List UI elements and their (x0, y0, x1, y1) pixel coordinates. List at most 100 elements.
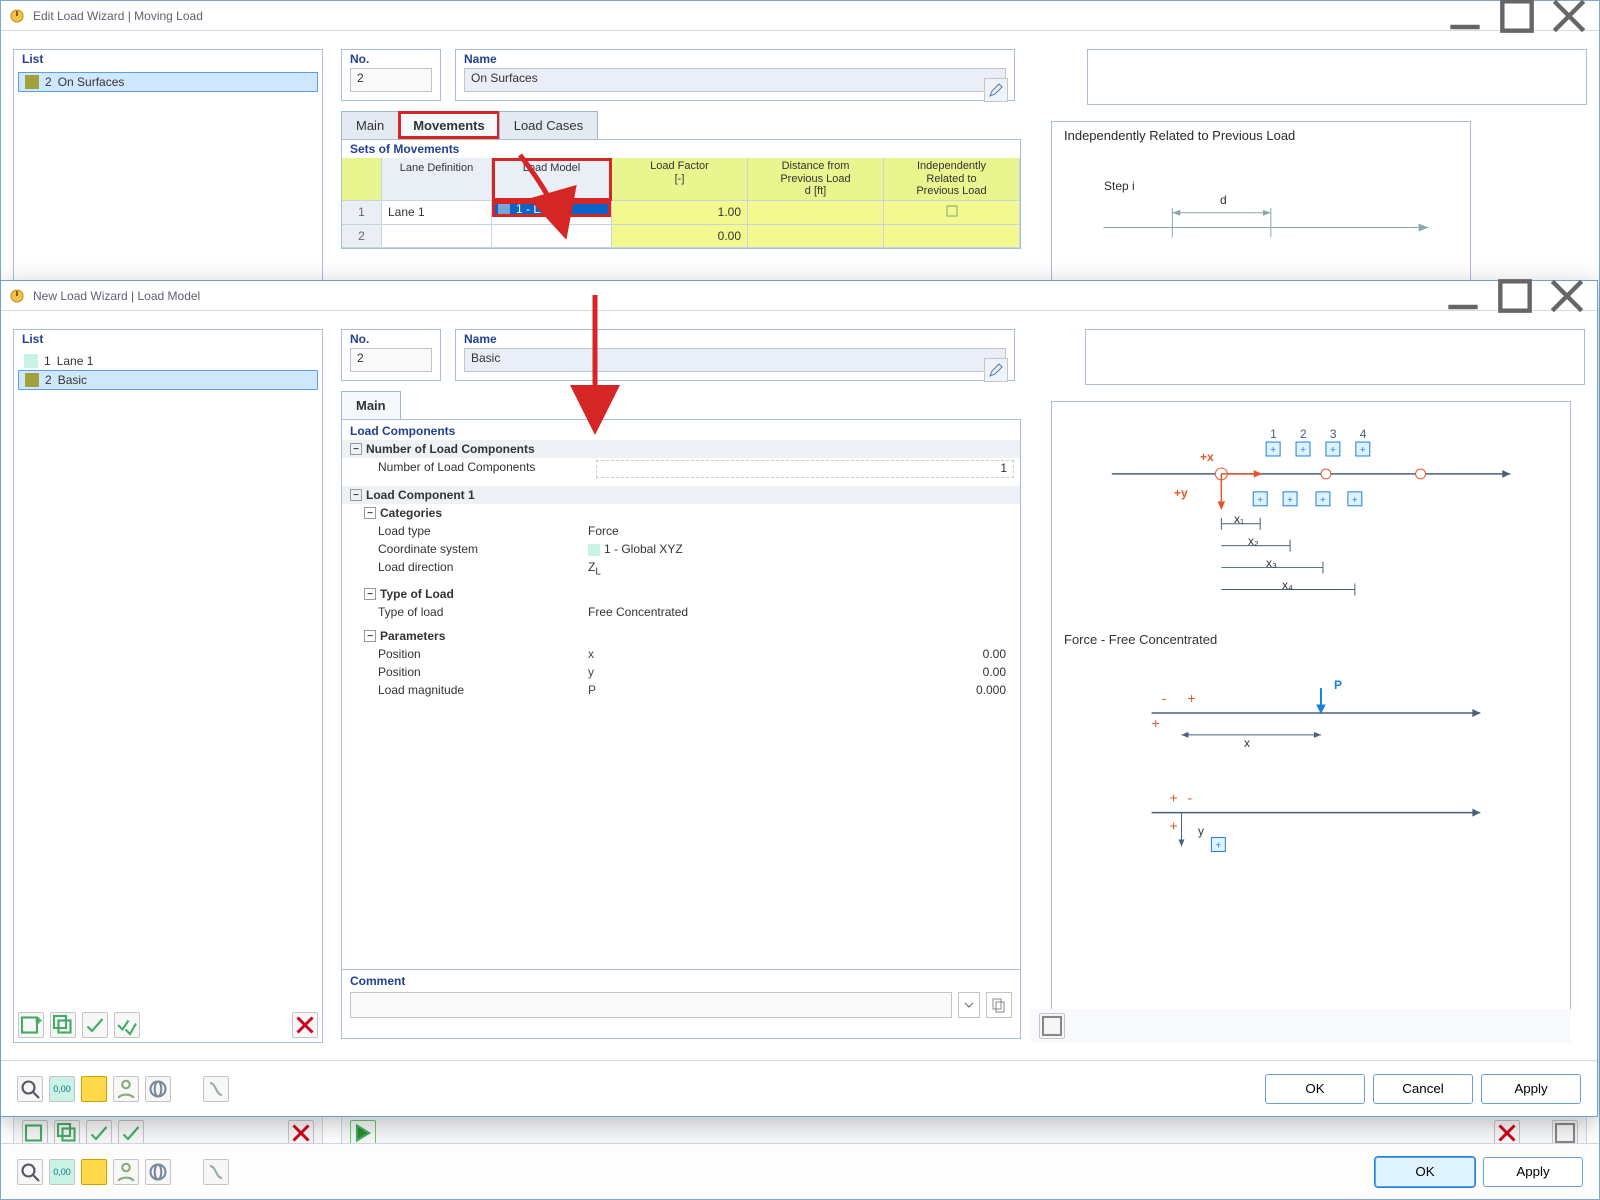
group-type-of-load[interactable]: − Type of Load (342, 585, 1020, 603)
no-input[interactable]: 2 (350, 348, 432, 372)
svg-text:+: + (1215, 840, 1221, 851)
new-item-button[interactable] (18, 1012, 44, 1038)
close-button[interactable] (1545, 284, 1589, 308)
list-panel-front: List 1 Lane 1 2 Basic (13, 329, 323, 1043)
close-button[interactable] (1547, 4, 1591, 28)
group-parameters[interactable]: − Parameters (342, 627, 1020, 645)
right-blank (1087, 49, 1587, 105)
apply-button[interactable]: Apply (1481, 1074, 1581, 1104)
maximize-button[interactable] (1495, 4, 1539, 28)
tab-movements[interactable]: Movements (398, 111, 500, 139)
info-independently-related: Independently Related to Previous Load S… (1051, 121, 1471, 281)
row-load-direction[interactable]: Load direction ZL (342, 558, 1020, 579)
svg-text:+: + (1170, 818, 1178, 834)
check-all-button[interactable] (114, 1012, 140, 1038)
script-icon[interactable] (203, 1076, 229, 1102)
units-icon[interactable]: 0,00 (49, 1076, 75, 1102)
row-load-type[interactable]: Load type Force (342, 522, 1020, 540)
label-plusy: +y (1174, 486, 1188, 500)
row-num: 2 (342, 225, 382, 248)
group-num-components[interactable]: − Number of Load Components (342, 440, 1020, 458)
delete-button[interactable] (292, 1012, 318, 1038)
svg-text:+: + (1287, 495, 1293, 506)
apply-button-back[interactable]: Apply (1483, 1157, 1583, 1187)
label-x4: x₄ (1282, 578, 1293, 592)
label-x2: x₂ (1248, 534, 1259, 548)
list-item-basic[interactable]: 2 Basic (18, 370, 318, 390)
cell-indep[interactable] (884, 201, 1020, 225)
svg-text:3: 3 (1330, 427, 1337, 441)
label-x1: x₁ (1234, 512, 1244, 526)
row-pos-x[interactable]: Position x 0.00 (342, 645, 1020, 663)
row-pos-y[interactable]: Position y 0.00 (342, 663, 1020, 681)
ok-button-back[interactable]: OK (1375, 1157, 1475, 1187)
label-plusx: +x (1200, 450, 1214, 464)
svg-text:+: + (1152, 715, 1160, 731)
minimize-button[interactable] (1443, 4, 1487, 28)
tab-main[interactable]: Main (341, 391, 401, 419)
minus-icon: − (364, 507, 376, 519)
group-categories[interactable]: − Categories (342, 504, 1020, 522)
props-icon[interactable] (1039, 1013, 1065, 1039)
label-y: y (1198, 824, 1204, 838)
person-icon[interactable] (113, 1159, 139, 1185)
footer-front: 0,00 OK Cancel Apply (1, 1060, 1597, 1116)
col-indep: Independently Related to Previous Load (884, 158, 1020, 201)
globe-icon[interactable] (145, 1076, 171, 1102)
cell-factor[interactable]: 1.00 (612, 201, 748, 225)
row-type-of-load[interactable]: Type of load Free Concentrated (342, 603, 1020, 621)
search-icon[interactable] (17, 1159, 43, 1185)
load-components-panel: Load Components − Number of Load Compone… (341, 419, 1021, 1039)
svg-text:+: + (1170, 790, 1178, 806)
titlebar-front: New Load Wizard | Load Model (1, 281, 1597, 311)
cell-load-model[interactable]: 1 - Lane 1 (492, 201, 612, 225)
cell-distance[interactable] (748, 201, 884, 225)
tab-load-cases[interactable]: Load Cases (499, 111, 598, 139)
cell-lane[interactable]: Lane 1 (382, 201, 492, 225)
comment-input[interactable] (350, 992, 952, 1018)
titlebar-back: Edit Load Wizard | Moving Load (1, 1, 1599, 31)
minus-icon: − (364, 588, 376, 600)
app-icon (9, 8, 25, 24)
list-item-lane1[interactable]: 1 Lane 1 (18, 352, 318, 370)
comment-dropdown[interactable] (958, 992, 980, 1018)
globe-icon[interactable] (145, 1159, 171, 1185)
minus-icon: − (350, 489, 362, 501)
col-distance: Distance from Previous Load d [ft] (748, 158, 884, 201)
footer-back: 0,00 OK Apply (1, 1143, 1599, 1199)
attach-icon[interactable] (986, 992, 1012, 1018)
search-icon[interactable] (17, 1076, 43, 1102)
color-icon[interactable] (81, 1076, 107, 1102)
color-swatch-icon (25, 75, 39, 89)
front-right-toolbar (1031, 1009, 1571, 1043)
svg-text:+: + (1270, 445, 1276, 456)
list-item-on-surfaces[interactable]: 2 On Surfaces (18, 72, 318, 92)
no-field: No. 2 (341, 49, 441, 101)
ok-button[interactable]: OK (1265, 1074, 1365, 1104)
maximize-button[interactable] (1493, 284, 1537, 308)
cancel-button[interactable]: Cancel (1373, 1074, 1473, 1104)
units-icon[interactable]: 0,00 (49, 1159, 75, 1185)
color-icon[interactable] (81, 1159, 107, 1185)
group-component1[interactable]: − Load Component 1 (342, 486, 1020, 504)
right-blank (1085, 329, 1585, 385)
person-icon[interactable] (113, 1076, 139, 1102)
col-lane-def: Lane Definition (382, 158, 492, 201)
edit-name-icon[interactable] (984, 78, 1008, 102)
row-magnitude[interactable]: Load magnitude P 0.000 (342, 681, 1020, 699)
row-num-components[interactable]: Number of Load Components 1 (342, 458, 1020, 480)
tab-main[interactable]: Main (341, 111, 399, 139)
minimize-button[interactable] (1441, 284, 1485, 308)
edit-name-icon[interactable] (984, 358, 1008, 382)
no-input[interactable]: 2 (350, 68, 432, 92)
name-input[interactable]: On Surfaces (464, 68, 1006, 92)
num-components-input[interactable]: 1 (596, 460, 1014, 478)
name-field: Name Basic (455, 329, 1015, 381)
name-input[interactable]: Basic (464, 348, 1006, 372)
check-button[interactable] (82, 1012, 108, 1038)
title-back: Edit Load Wizard | Moving Load (33, 9, 203, 23)
list-title: List (14, 50, 322, 66)
script-icon[interactable] (203, 1159, 229, 1185)
row-coord-system[interactable]: Coordinate system 1 - Global XYZ (342, 540, 1020, 558)
copy-item-button[interactable] (50, 1012, 76, 1038)
